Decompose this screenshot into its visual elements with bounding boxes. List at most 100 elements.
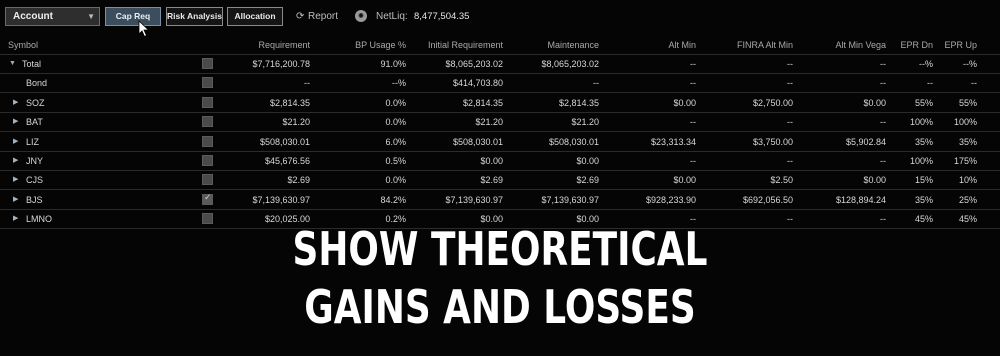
caption-line-2: GAINS AND LOSSES [304,280,696,334]
table-header: Symbol Requirement BP Usage % Initial Re… [0,36,1000,55]
alt-min-cell: $0.00 [673,97,696,108]
epr-dn-cell: 35% [914,194,933,205]
table-row[interactable]: ▶ SOZ $2,814.35 0.0% $2,814.35 $2,814.35 $0.00… [0,94,1000,113]
requirement-cell: $7,139,630.97 [252,194,310,205]
epr-dn-cell: 55% [914,97,933,108]
table-row[interactable]: ▼ Total $7,716,200.78 91.0% $8,065,203.02 $8,… [0,55,1000,74]
requirement-cell: $7,716,200.78 [252,59,310,69]
bp-usage-cell: 91.0% [380,59,406,69]
epr-dn-cell: 100% [909,156,933,166]
bp-usage-cell: 0.0% [385,117,406,128]
maintenance-cell: $7,139,630.97 [541,194,599,205]
epr-up-cell: --% [963,59,977,69]
alt-min-cell: -- [690,78,696,89]
table-row[interactable]: ▶ BJS $7,139,630.97 84.2% $7,139,630.97 $7,13… [0,191,1000,210]
epr-up-cell: 45% [958,214,977,225]
netliq-value: 8,477,504.35 [414,11,470,22]
alt-min-vega-cell: $128,894.24 [835,194,886,205]
caret-right-icon[interactable]: ▶ [13,133,18,151]
alt-min-vega-cell: $0.00 [863,175,886,186]
symbol-cell: Bond [26,78,48,89]
requirement-cell: $2,814.35 [269,97,310,108]
header-requirement[interactable]: Requirement [205,36,310,54]
header-symbol[interactable]: Symbol [8,36,38,54]
caret-right-icon[interactable]: ▶ [13,210,18,228]
finra-alt-min-cell: $2.50 [770,175,793,186]
tab-risk-analysis[interactable]: Risk Analysis [166,7,223,26]
finra-alt-min-cell: $692,056.50 [742,194,793,205]
header-alt-min-vega[interactable]: Alt Min Vega [795,36,886,54]
header-bp-usage[interactable]: BP Usage % [315,36,406,54]
maintenance-cell: $2,814.35 [558,97,599,108]
alt-min-vega-cell: $5,902.84 [845,136,886,147]
tab-cap-req[interactable]: Cap Req [105,7,161,26]
caret-right-icon[interactable]: ▶ [13,191,18,209]
header-epr-up[interactable]: EPR Up [937,36,977,54]
table-row[interactable]: Bond -- --% $414,703.80 -- -- -- -- -- -- [0,74,1000,94]
table-row[interactable]: ▶ CJS $2.69 0.0% $2.69 $2.69 $0.00 $2.50 $0.00 15… [0,171,1000,191]
caret-right-icon[interactable]: ▶ [13,113,18,131]
symbol-cell: LMNO [26,214,53,225]
initial-requirement-cell: $8,065,203.02 [445,59,503,69]
netliq-icon: ◉ [355,10,367,22]
table-row[interactable]: ▶ BAT $21.20 0.0% $21.20 $21.20 -- -- -- 100% 100% [0,113,1000,133]
toolbar: Account ▼ Cap Req Risk Analysis Allocati… [0,0,1000,38]
epr-dn-cell: -- [927,78,933,89]
caret-right-icon[interactable]: ▶ [13,171,18,189]
header-epr-dn[interactable]: EPR Dn [890,36,933,54]
symbol-cell: SOZ [26,97,45,108]
requirement-cell: -- [304,78,310,89]
chevron-down-icon: ▼ [87,12,95,21]
header-alt-min[interactable]: Alt Min [600,36,696,54]
header-finra-alt-min[interactable]: FINRA Alt Min [700,36,793,54]
maintenance-cell: $21.20 [571,117,599,128]
requirement-cell: $45,676.56 [264,156,310,166]
table-row[interactable]: ▶ JNY $45,676.56 0.5% $0.00 $0.00 -- -- -- 100% 17… [0,152,1000,171]
requirement-cell: $2.69 [287,175,310,186]
maintenance-cell: -- [593,78,599,89]
alt-min-vega-cell: -- [880,117,886,128]
initial-requirement-cell: $2,814.35 [462,97,503,108]
alt-min-cell: -- [690,59,696,69]
caret-right-icon[interactable]: ▶ [13,152,18,170]
netliq-label: NetLiq: [376,11,408,22]
symbol-cell: JNY [26,156,44,166]
requirement-cell: $508,030.01 [259,136,310,147]
epr-dn-cell: 100% [909,117,933,128]
report-button[interactable]: Report [308,11,338,22]
initial-requirement-cell: $21.20 [475,117,503,128]
alt-min-cell: -- [690,156,696,166]
finra-alt-min-cell: -- [787,117,793,128]
alt-min-vega-cell: -- [880,59,886,69]
bp-usage-cell: 0.0% [385,175,406,186]
initial-requirement-cell: $414,703.80 [452,78,503,89]
header-maintenance[interactable]: Maintenance [505,36,599,54]
symbol-cell: LIZ [26,136,40,147]
maintenance-cell: $0.00 [576,156,599,166]
epr-up-cell: 55% [958,97,977,108]
bp-usage-cell: 6.0% [385,136,406,147]
epr-up-cell: 175% [953,156,977,166]
account-dropdown[interactable]: Account ▼ [5,7,100,26]
finra-alt-min-cell: $2,750.00 [752,97,793,108]
alt-min-cell: $0.00 [673,175,696,186]
epr-up-cell: 25% [958,194,977,205]
refresh-icon[interactable]: ⟳ [296,11,304,22]
caret-right-icon[interactable]: ▶ [13,94,18,112]
initial-requirement-cell: $2.69 [480,175,503,186]
epr-up-cell: 35% [958,136,977,147]
alt-min-vega-cell: -- [880,156,886,166]
initial-requirement-cell: $508,030.01 [452,136,503,147]
bp-usage-cell: 84.2% [380,194,406,205]
caret-down-icon[interactable]: ▼ [9,55,16,73]
bp-usage-cell: --% [392,78,406,89]
finra-alt-min-cell: $3,750.00 [752,136,793,147]
maintenance-cell: $2.69 [576,175,599,186]
maintenance-cell: $8,065,203.02 [541,59,599,69]
promo-caption: SHOW THEORETICAL GAINS AND LOSSES [110,220,890,336]
header-initial-requirement[interactable]: Initial Requirement [410,36,503,54]
tab-allocation[interactable]: Allocation [227,7,283,26]
table-row[interactable]: ▶ LIZ $508,030.01 6.0% $508,030.01 $508,030.0… [0,133,1000,152]
account-label: Account [13,11,53,22]
alt-min-vega-cell: -- [880,78,886,89]
